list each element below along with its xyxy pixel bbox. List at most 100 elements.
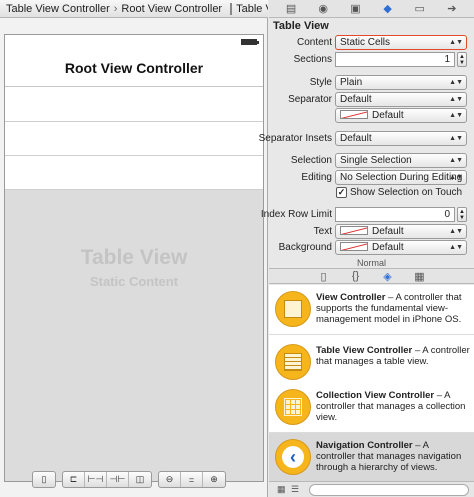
background-color-popup[interactable]: Default ▲▼ — [335, 240, 467, 255]
content-value: Static Cells — [340, 37, 391, 48]
editing-value: No Selection During Editing — [340, 172, 463, 183]
separator-insets-popup[interactable]: Default ▲▼ — [335, 131, 467, 146]
navigation-controller-icon: ‹ — [275, 439, 311, 475]
nav-title: Root View Controller — [64, 59, 204, 76]
popup-arrows-icon: ▲▼ — [449, 78, 463, 86]
popup-arrows-icon: ▲▼ — [449, 227, 463, 235]
index-row-limit-stepper[interactable]: ▲ ▼ — [457, 207, 467, 222]
library-item-navigation-controller[interactable]: ‹ Navigation Controller – A controller t… — [269, 433, 474, 481]
library-item-text: Navigation Controller – A controller tha… — [316, 440, 470, 473]
status-bar — [5, 35, 263, 49]
zoom-in-icon[interactable]: ⊕ — [203, 472, 225, 487]
jump-bar: Table View Controller › Root View Contro… — [0, 0, 268, 18]
index-row-limit-field[interactable]: 0 — [335, 207, 455, 222]
background-color-value: Default — [372, 242, 404, 253]
sections-stepper[interactable]: ▲ ▼ — [457, 52, 467, 67]
color-swatch-icon — [340, 242, 368, 251]
collection-view-controller-icon — [275, 389, 311, 425]
editing-row: Editing No Selection During Editing ▲▼ — [269, 170, 474, 186]
storyboard-canvas: Table View Controller › Root View Contro… — [0, 0, 268, 497]
table-view-icon — [230, 2, 233, 15]
library-item-text: View Controller – A controller that supp… — [316, 292, 470, 325]
content-popup[interactable]: Static Cells ▲▼ — [335, 35, 467, 50]
placeholder-title: Table View — [80, 246, 188, 269]
size-icon[interactable]: ▭ — [413, 2, 427, 15]
inspector-tabs: ▤ ◉ ▣ ◆ ▭ ➔ — [269, 0, 474, 18]
text-color-label: Text — [313, 226, 332, 237]
pin-icon[interactable]: ⊢⊣ — [85, 472, 107, 487]
text-color-row: Text Default ▲▼ — [269, 224, 474, 240]
normal-caption: Normal — [356, 258, 386, 268]
color-swatch-icon — [340, 110, 368, 119]
sections-row: Sections 1 ▲ ▼ — [269, 52, 474, 68]
scene-root-view-controller[interactable]: Root View Controller Table View Static C… — [4, 34, 264, 482]
popup-arrows-icon: ▲▼ — [449, 134, 463, 142]
code-snippet-icon[interactable]: {} — [349, 270, 363, 282]
popup-arrows-icon: ▲▼ — [449, 173, 463, 181]
table-cell[interactable] — [5, 122, 263, 156]
popup-arrows-icon: ▲▼ — [449, 95, 463, 103]
list-view-icon[interactable]: ☰ — [291, 484, 299, 495]
index-row-limit-label: Index Row Limit — [260, 209, 332, 220]
grid-view-icon[interactable]: ▦ — [277, 484, 286, 495]
editing-popup[interactable]: No Selection During Editing ▲▼ — [335, 170, 467, 185]
style-value: Plain — [340, 77, 363, 88]
popup-arrows-icon: ▲▼ — [449, 243, 463, 251]
navigation-bar[interactable]: Root View Controller — [5, 49, 263, 87]
align-icon[interactable]: ⊏ — [63, 472, 85, 487]
separator-row: Separator Default ▲▼ — [269, 92, 474, 108]
table-view-placeholder[interactable]: Table View Static Content — [5, 190, 263, 481]
zoom-out-icon[interactable]: ⊖ — [159, 472, 181, 487]
resolve-icon[interactable]: ⊣⊢ — [107, 472, 129, 487]
separator-label: Separator — [288, 94, 332, 105]
quick-help-icon[interactable]: ◉ — [316, 2, 330, 15]
battery-icon — [241, 39, 259, 45]
table-cell[interactable] — [5, 88, 263, 122]
content-label: Content — [296, 37, 332, 48]
show-selection-checkbox[interactable]: ✓ — [336, 187, 347, 198]
sections-field[interactable]: 1 — [335, 52, 455, 67]
breadcrumb-table-view[interactable]: Table View — [236, 3, 268, 15]
library-item-name: Navigation Controller — [316, 440, 413, 451]
library-filter-bar: ▦ ☰ — [269, 481, 474, 497]
popup-arrows-icon: ▲▼ — [449, 156, 463, 164]
library-item-table-view-controller[interactable]: Table View Controller – A controller tha… — [269, 338, 474, 388]
selection-popup[interactable]: Single Selection ▲▼ — [335, 153, 467, 168]
breadcrumb-chevron-icon: › — [113, 2, 118, 15]
connections-icon[interactable]: ➔ — [445, 2, 459, 15]
media-library-icon[interactable]: ▦ — [413, 270, 427, 283]
text-color-popup[interactable]: Default ▲▼ — [335, 224, 467, 239]
resizing-icon[interactable]: ◫ — [129, 472, 151, 487]
style-popup[interactable]: Plain ▲▼ — [335, 75, 467, 90]
zoom-actual-icon[interactable]: = — [181, 472, 203, 487]
separator-color-row: Default ▲▼ — [269, 108, 474, 124]
separator-color-popup[interactable]: Default ▲▼ — [335, 108, 467, 123]
separator-popup[interactable]: Default ▲▼ — [335, 92, 467, 107]
toolbar-group-form-factor: ▯ — [32, 471, 56, 488]
separator-insets-value: Default — [340, 133, 372, 144]
breadcrumb-table-view-controller[interactable]: Table View Controller — [6, 3, 110, 15]
library-item-view-controller[interactable]: View Controller – A controller that supp… — [269, 285, 474, 335]
library-item-collection-view-controller[interactable]: Collection View Controller – A controlle… — [269, 383, 474, 433]
breadcrumb-root-view-controller[interactable]: Root View Controller — [121, 3, 222, 15]
library-item-text: Collection View Controller – A controlle… — [316, 390, 470, 423]
form-factor-icon[interactable]: ▯ — [33, 472, 55, 487]
selection-row: Selection Single Selection ▲▼ — [269, 153, 474, 169]
style-row: Style Plain ▲▼ — [269, 75, 474, 91]
file-icon[interactable]: ▤ — [284, 2, 298, 15]
popup-arrows-icon: ▲▼ — [449, 111, 463, 119]
library-item-name: Table View Controller — [316, 345, 413, 356]
identity-icon[interactable]: ▣ — [348, 2, 362, 15]
attributes-icon[interactable]: ◆ — [381, 2, 395, 15]
view-controller-icon — [275, 291, 311, 327]
inspector-section-title: Table View — [273, 20, 329, 32]
object-library-icon[interactable]: ◈ — [381, 270, 395, 283]
canvas-toolbar: ▯ ⊏ ⊢⊣ ⊣⊢ ◫ ⊖ = ⊕ — [32, 471, 226, 488]
file-template-icon[interactable]: ▯ — [317, 270, 331, 283]
show-selection-row: ✓ Show Selection on Touch — [269, 186, 474, 202]
table-cell[interactable] — [5, 156, 263, 190]
library-search-input[interactable] — [309, 484, 469, 496]
content-row: Content Static Cells ▲▼ — [269, 35, 474, 51]
toolbar-group-zoom: ⊖ = ⊕ — [158, 471, 226, 488]
separator-color-value: Default — [372, 110, 404, 121]
